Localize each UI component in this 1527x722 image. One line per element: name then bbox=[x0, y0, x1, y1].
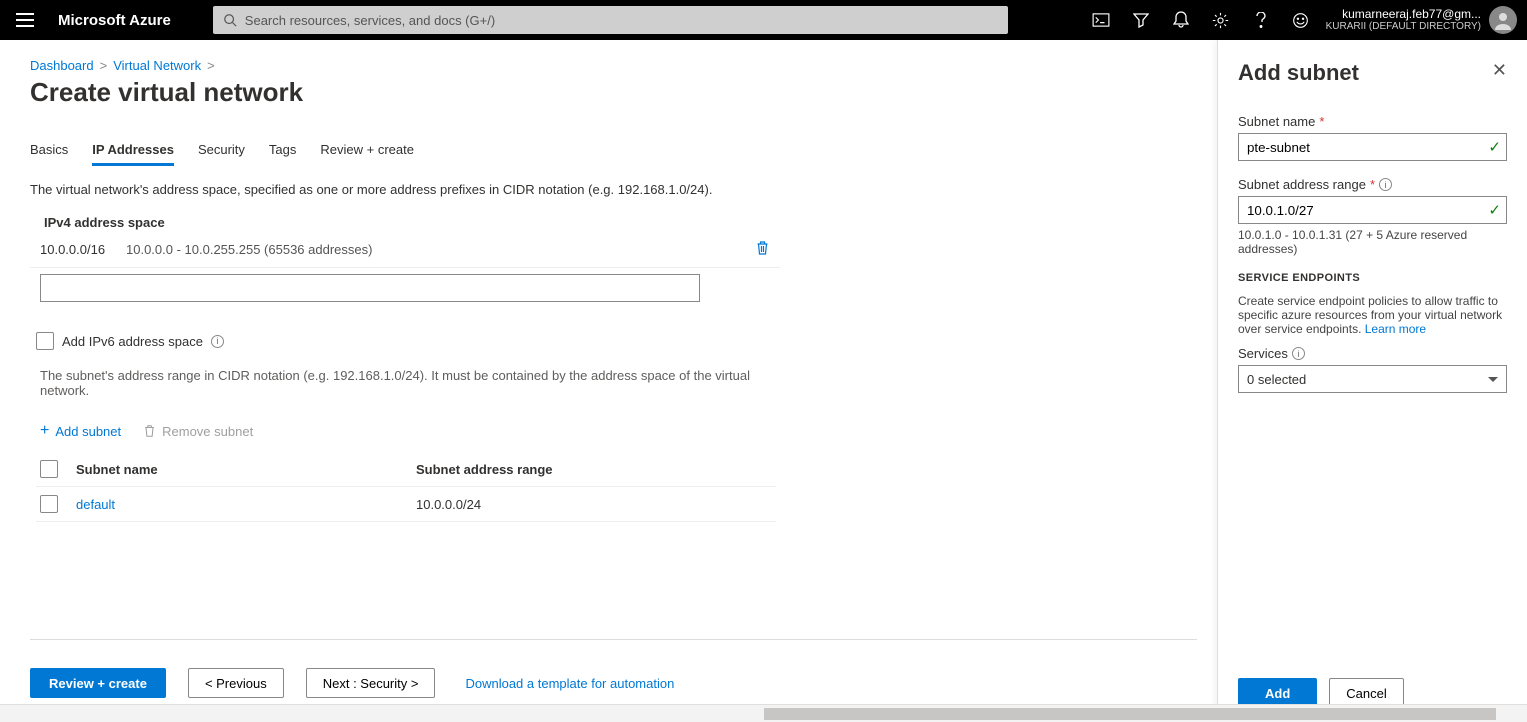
row-checkbox[interactable] bbox=[40, 495, 58, 513]
services-label: Services i bbox=[1238, 346, 1507, 361]
service-endpoints-heading: SERVICE ENDPOINTS bbox=[1238, 272, 1507, 284]
subnet-range-hint: 10.0.1.0 - 10.0.1.31 (27 + 5 Azure reser… bbox=[1238, 228, 1507, 256]
horizontal-scrollbar[interactable] bbox=[0, 704, 1527, 722]
user-directory: KURARII (DEFAULT DIRECTORY) bbox=[1326, 21, 1481, 32]
service-endpoints-text: Create service endpoint policies to allo… bbox=[1238, 294, 1507, 336]
tab-security[interactable]: Security bbox=[198, 136, 245, 166]
subnet-range-label: Subnet address range* i bbox=[1238, 177, 1507, 192]
remove-subnet-button: Remove subnet bbox=[143, 424, 253, 439]
add-subnet-button[interactable]: + Add subnet bbox=[40, 422, 121, 440]
info-icon[interactable]: i bbox=[1292, 347, 1305, 360]
previous-button[interactable]: < Previous bbox=[188, 668, 284, 698]
tab-basics[interactable]: Basics bbox=[30, 136, 68, 166]
valid-check-icon: ✓ bbox=[1488, 201, 1501, 219]
plus-icon: + bbox=[40, 422, 49, 440]
new-address-input[interactable] bbox=[40, 274, 700, 302]
global-search[interactable]: Search resources, services, and docs (G+… bbox=[213, 6, 1008, 34]
info-icon[interactable]: i bbox=[211, 335, 224, 348]
learn-more-link[interactable]: Learn more bbox=[1365, 322, 1426, 336]
address-desc: 10.0.0.0 - 10.0.255.255 (65536 addresses… bbox=[126, 242, 372, 257]
cloud-shell-icon[interactable] bbox=[1082, 0, 1120, 40]
breadcrumb-dashboard[interactable]: Dashboard bbox=[30, 58, 94, 73]
tab-review[interactable]: Review + create bbox=[320, 136, 414, 166]
subnet-table: Subnet name Subnet address range default… bbox=[36, 452, 776, 522]
trash-icon bbox=[143, 424, 156, 438]
subnet-table-header: Subnet name Subnet address range bbox=[36, 452, 776, 487]
breadcrumb-vnet[interactable]: Virtual Network bbox=[113, 58, 201, 73]
menu-icon[interactable] bbox=[16, 13, 34, 27]
col-subnet-name: Subnet name bbox=[76, 462, 416, 477]
tab-tags[interactable]: Tags bbox=[269, 136, 296, 166]
review-create-button[interactable]: Review + create bbox=[30, 668, 166, 698]
valid-check-icon: ✓ bbox=[1488, 138, 1501, 156]
user-block[interactable]: kumarneeraj.feb77@gm... KURARII (DEFAULT… bbox=[1326, 8, 1487, 32]
top-icons: kumarneeraj.feb77@gm... KURARII (DEFAULT… bbox=[1082, 0, 1517, 40]
user-email: kumarneeraj.feb77@gm... bbox=[1326, 8, 1481, 21]
search-icon bbox=[223, 13, 237, 27]
top-bar: Microsoft Azure Search resources, servic… bbox=[0, 0, 1527, 40]
ipv6-label: Add IPv6 address space bbox=[62, 334, 203, 349]
feedback-icon[interactable] bbox=[1282, 0, 1320, 40]
subnet-name-link[interactable]: default bbox=[76, 497, 115, 512]
subnet-range-cell: 10.0.0.0/24 bbox=[416, 497, 772, 512]
subnet-range-input[interactable] bbox=[1238, 196, 1507, 224]
next-button[interactable]: Next : Security > bbox=[306, 668, 436, 698]
address-cidr: 10.0.0.0/16 bbox=[40, 242, 126, 257]
close-icon[interactable]: ✕ bbox=[1492, 60, 1507, 81]
subnet-row: default 10.0.0.0/24 bbox=[36, 487, 776, 522]
ipv4-help: The virtual network's address space, spe… bbox=[30, 182, 750, 197]
select-all-checkbox[interactable] bbox=[40, 460, 58, 478]
help-icon[interactable] bbox=[1242, 0, 1280, 40]
search-placeholder: Search resources, services, and docs (G+… bbox=[245, 13, 495, 28]
col-subnet-range: Subnet address range bbox=[416, 462, 772, 477]
user-avatar[interactable] bbox=[1489, 6, 1517, 34]
services-dropdown[interactable]: 0 selected bbox=[1238, 365, 1507, 393]
address-space-row: 10.0.0.0/16 10.0.0.0 - 10.0.255.255 (655… bbox=[30, 236, 780, 268]
panel-title: Add subnet bbox=[1238, 60, 1359, 86]
subnet-help: The subnet's address range in CIDR notat… bbox=[40, 368, 750, 398]
breadcrumb-sep: > bbox=[100, 58, 108, 73]
subnet-name-input[interactable] bbox=[1238, 133, 1507, 161]
ipv6-checkbox[interactable] bbox=[36, 332, 54, 350]
directory-filter-icon[interactable] bbox=[1122, 0, 1160, 40]
add-subnet-panel: Add subnet ✕ Subnet name* ✓ Subnet addre… bbox=[1217, 40, 1527, 722]
info-icon[interactable]: i bbox=[1379, 178, 1392, 191]
settings-gear-icon[interactable] bbox=[1202, 0, 1240, 40]
breadcrumb-sep-2: > bbox=[207, 58, 215, 73]
subnet-name-label: Subnet name* bbox=[1238, 114, 1507, 129]
notifications-icon[interactable] bbox=[1162, 0, 1200, 40]
download-template-link[interactable]: Download a template for automation bbox=[465, 676, 674, 691]
delete-address-icon[interactable] bbox=[755, 240, 770, 259]
brand-label: Microsoft Azure bbox=[58, 12, 171, 29]
wizard-footer: Review + create < Previous Next : Securi… bbox=[30, 639, 1197, 698]
tab-ip-addresses[interactable]: IP Addresses bbox=[92, 136, 174, 166]
